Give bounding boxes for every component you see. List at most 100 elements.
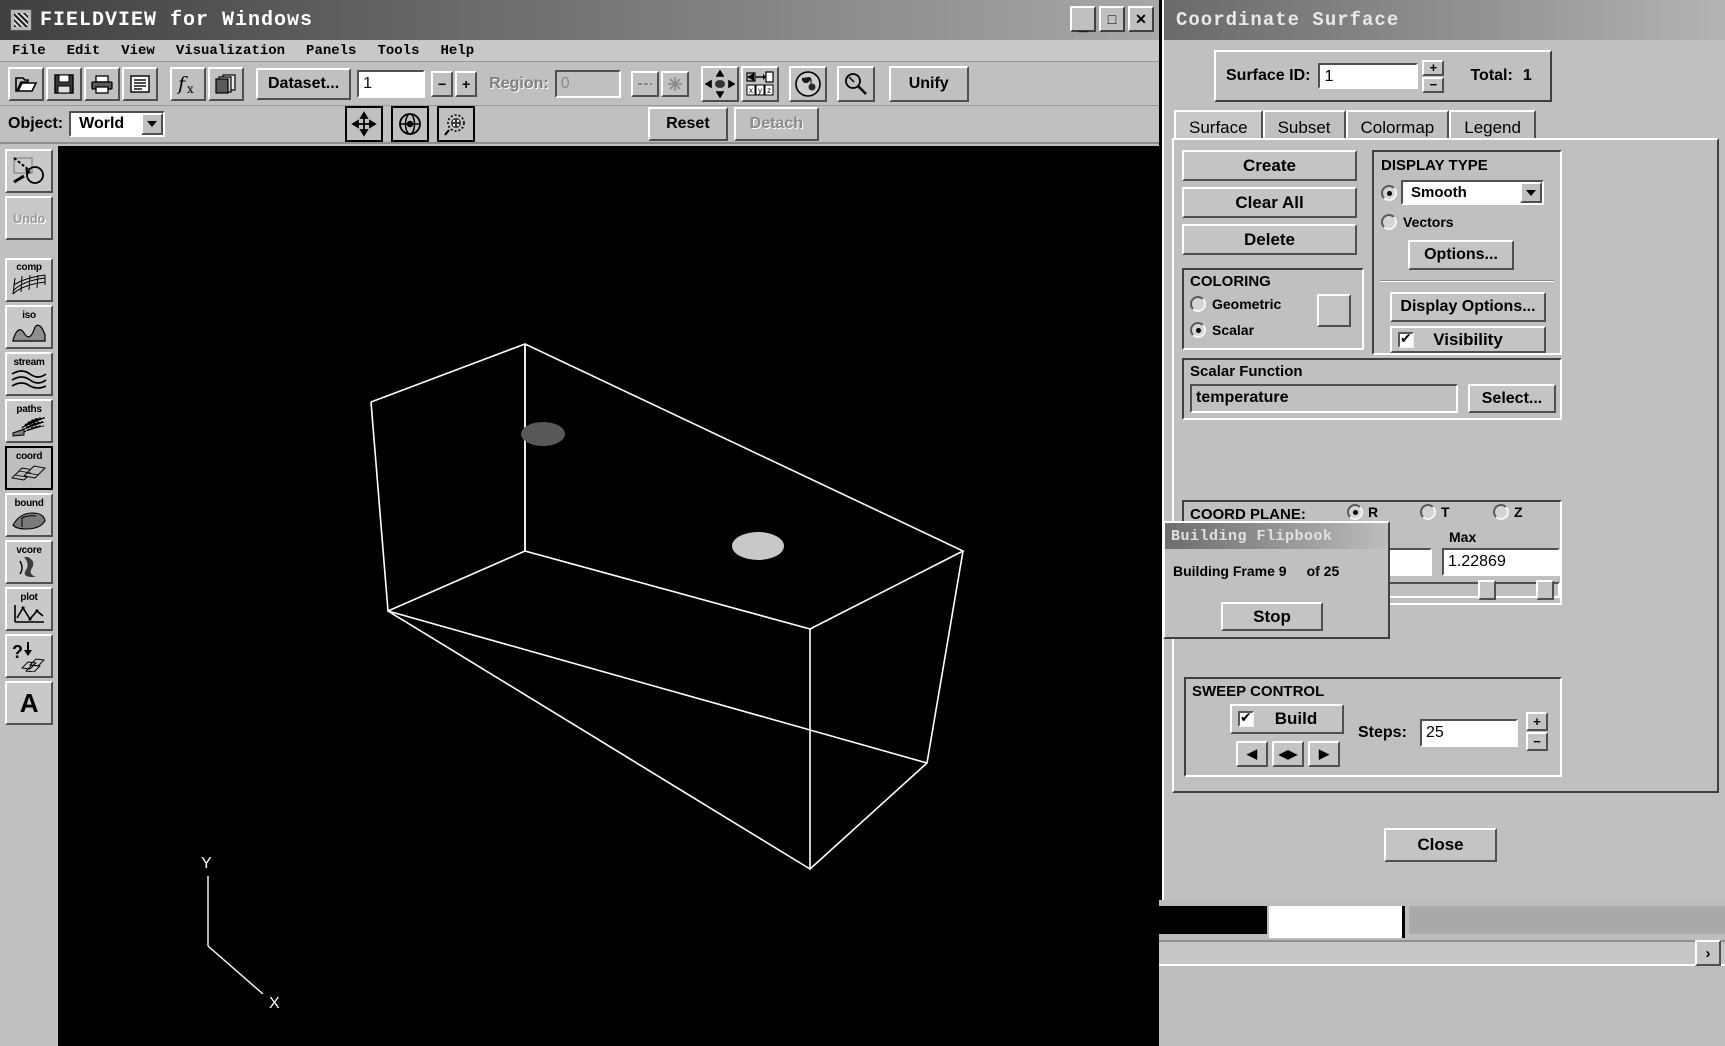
zoom-region-icon[interactable] — [437, 106, 476, 142]
vector-options-button[interactable]: Options... — [1408, 240, 1514, 270]
coordinate-surface-title: Coordinate Surface — [1176, 9, 1400, 31]
function-icon[interactable]: fx — [170, 66, 206, 101]
smooth-radio[interactable] — [1381, 184, 1397, 201]
steps-input[interactable]: 25 — [1420, 719, 1518, 747]
coord-plane-t-radio[interactable] — [1420, 504, 1436, 520]
coord-plane-option-r[interactable]: R — [1347, 504, 1378, 520]
smooth-select[interactable]: Smooth — [1401, 180, 1544, 205]
max-input[interactable]: 1.22869 — [1442, 548, 1560, 576]
create-button[interactable]: Create — [1182, 150, 1357, 181]
sweep-next-button[interactable]: ▶ — [1308, 741, 1340, 767]
detach-button[interactable]: Detach — [733, 107, 819, 141]
coloring-option-scalar[interactable]: Scalar — [1190, 322, 1254, 338]
coordinate-surface-panel: Coordinate Surface Surface ID: 1 + − Tot… — [1162, 0, 1725, 900]
sidebar-item-comp[interactable]: comp — [5, 258, 53, 302]
3d-viewport[interactable]: Y X — [58, 146, 1159, 1046]
menu-help[interactable]: Help — [440, 43, 487, 59]
region-input[interactable]: 0 — [554, 69, 621, 98]
close-panel-button[interactable]: Close — [1384, 828, 1497, 862]
unify-button[interactable]: Unify — [888, 65, 969, 102]
scroll-right-button[interactable]: › — [1695, 940, 1721, 966]
dataset-button[interactable]: Dataset... — [256, 67, 352, 100]
sidebar-item-iso[interactable]: iso — [5, 305, 53, 349]
sidebar-item-bound[interactable]: bound — [5, 493, 53, 537]
sidebar-item-annotation[interactable]: A — [5, 681, 53, 725]
open-icon[interactable] — [8, 66, 44, 101]
zoom-tool-button[interactable] — [5, 149, 53, 193]
dashes-icon[interactable] — [630, 70, 659, 97]
delete-button[interactable]: Delete — [1182, 224, 1357, 255]
visibility-label: Visibility — [1433, 329, 1503, 349]
undo-tool-button[interactable]: Undo — [5, 196, 53, 240]
scalar-function-input[interactable]: temperature — [1190, 384, 1458, 413]
menu-tools[interactable]: Tools — [377, 43, 432, 59]
coord-plane-option-t[interactable]: T — [1420, 504, 1450, 520]
copy-icon[interactable] — [208, 66, 244, 101]
build-label: Build — [1274, 709, 1318, 728]
geometric-color-swatch[interactable] — [1317, 294, 1351, 327]
visibility-checkbox[interactable] — [1398, 331, 1414, 348]
surface-id-input[interactable]: 1 — [1318, 63, 1419, 89]
chevron-down-icon[interactable] — [141, 113, 164, 135]
menu-visualization[interactable]: Visualization — [176, 43, 298, 59]
dataset-input[interactable]: 1 — [357, 69, 426, 98]
display-type-vectors-row[interactable]: Vectors — [1381, 214, 1454, 230]
coloring-group-title: COLORING — [1190, 273, 1271, 290]
coord-plane-option-z[interactable]: Z — [1493, 504, 1523, 520]
colorwheel-icon[interactable] — [788, 65, 827, 102]
sidebar-item-paths[interactable]: paths — [5, 399, 53, 443]
slider-thumb-left[interactable] — [1478, 580, 1496, 600]
sweep-both-button[interactable]: ◀▶ — [1272, 741, 1304, 767]
build-toggle[interactable]: Build — [1230, 704, 1344, 734]
scalar-function-select-button[interactable]: Select... — [1468, 384, 1556, 413]
sidebar-item-coord[interactable]: coord — [5, 446, 53, 490]
surface-tab-body: Create Clear All Delete COLORING Geometr… — [1172, 138, 1719, 793]
sidebar-item-stream[interactable]: stream — [5, 352, 53, 396]
rotate-icon[interactable] — [391, 106, 430, 142]
object-select[interactable]: World — [69, 111, 166, 137]
pan-icon[interactable] — [345, 106, 384, 142]
reset-button[interactable]: Reset — [648, 107, 728, 141]
sweep-prev-button[interactable]: ◀ — [1236, 741, 1268, 767]
vectors-radio[interactable] — [1381, 214, 1397, 230]
dataset-plus-button[interactable]: + — [455, 70, 478, 97]
coloring-option-geometric[interactable]: Geometric — [1190, 296, 1281, 312]
steps-increment-button[interactable]: + — [1526, 712, 1548, 731]
asterisk-icon[interactable] — [660, 70, 689, 97]
visibility-toggle[interactable]: Visibility — [1390, 326, 1546, 353]
display-options-button[interactable]: Display Options... — [1390, 292, 1546, 322]
plot-tool-label: plot — [20, 592, 38, 603]
steps-decrement-button[interactable]: − — [1526, 732, 1548, 751]
coord-plane-r-radio[interactable] — [1347, 504, 1363, 520]
sidebar-item-plot[interactable]: plot — [5, 587, 53, 631]
pick-icon[interactable] — [836, 65, 875, 102]
menu-file[interactable]: File — [12, 43, 59, 59]
clear-all-button[interactable]: Clear All — [1182, 187, 1357, 218]
build-checkbox[interactable] — [1238, 710, 1254, 727]
save-icon[interactable] — [46, 66, 82, 101]
xyz-transform-icon[interactable]: xyz — [740, 65, 779, 102]
surface-id-increment-button[interactable]: + — [1422, 59, 1445, 76]
total-value: 1 — [1522, 67, 1532, 84]
menu-panels[interactable]: Panels — [306, 43, 369, 59]
slider-thumb-right[interactable] — [1536, 580, 1554, 600]
scalar-radio[interactable] — [1190, 322, 1206, 338]
flipbook-stop-button[interactable]: Stop — [1221, 602, 1323, 631]
horizontal-scrollbar[interactable] — [1159, 940, 1725, 966]
menu-edit[interactable]: Edit — [67, 43, 114, 59]
list-icon[interactable] — [122, 66, 158, 101]
taskbar-slot-active[interactable] — [1269, 906, 1405, 938]
sidebar-item-threshold[interactable]: ? — [5, 634, 53, 678]
surface-id-decrement-button[interactable]: − — [1422, 76, 1445, 93]
geometric-radio[interactable] — [1190, 296, 1206, 312]
sidebar-item-vcore[interactable]: vcore — [5, 540, 53, 584]
menu-view[interactable]: View — [121, 43, 168, 59]
close-button[interactable]: ✕ — [1128, 6, 1154, 32]
smooth-chevron-down-icon[interactable] — [1520, 182, 1542, 203]
move-axes-icon[interactable] — [700, 65, 739, 102]
print-icon[interactable] — [84, 66, 120, 101]
coord-plane-z-radio[interactable] — [1493, 504, 1509, 520]
maximize-button[interactable]: □ — [1099, 6, 1125, 32]
dataset-minus-button[interactable]: − — [431, 70, 454, 97]
minimize-button[interactable]: _ — [1070, 6, 1096, 33]
